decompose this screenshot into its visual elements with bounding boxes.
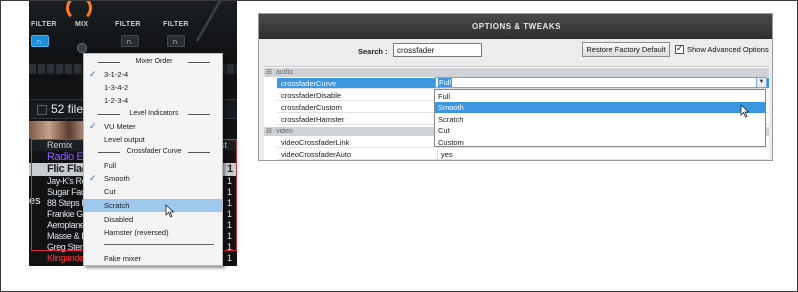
- mouse-pointer-icon: [165, 204, 175, 218]
- screenshot-frame: FILTER MIX FILTER FILTER ∩ ∩ ∩ 52 files …: [0, 0, 798, 292]
- dropdown-option-cut[interactable]: Cut: [435, 125, 765, 136]
- menu-item-cut[interactable]: Cut: [84, 185, 222, 198]
- mix-knob[interactable]: [66, 1, 92, 21]
- chevron-down-icon[interactable]: ▼: [756, 78, 766, 87]
- collapse-icon: ⊟: [266, 128, 272, 135]
- menu-item-label: Smooth: [104, 174, 130, 183]
- menu-item-hamster[interactable]: Hamster (reversed): [84, 226, 222, 239]
- collapse-icon: ⊟: [266, 69, 272, 76]
- dropdown-option-scratch[interactable]: Scratch: [435, 114, 765, 125]
- option-key: videoCrossfaderAuto: [281, 150, 352, 159]
- search-input[interactable]: [393, 43, 482, 57]
- group-audio[interactable]: ⊟ audio: [264, 68, 769, 77]
- check-icon: ✓: [89, 121, 97, 131]
- menu-item-label: Level output: [104, 135, 145, 144]
- cell-divider: [437, 149, 438, 160]
- group-label: video: [276, 128, 293, 135]
- headphones-button-1[interactable]: ∩: [31, 35, 49, 47]
- option-value: yes: [441, 150, 453, 159]
- menu-item-label: 1-3-4-2: [104, 83, 129, 92]
- headphones-icon: ∩: [172, 37, 178, 46]
- dropdown-option-smooth[interactable]: Smooth: [435, 102, 765, 114]
- menu-item-label: Cut: [104, 187, 116, 196]
- menu-separator-level: Level Indicators: [94, 108, 214, 120]
- checkbox-icon: [675, 43, 684, 54]
- headphones-button-3[interactable]: ∩: [167, 35, 185, 47]
- crossfader-curve-dropdown: Full Smooth Scratch Cut Custom: [434, 89, 766, 147]
- fx-label-filter-1: FILTER: [31, 21, 57, 28]
- menu-item-label: Full: [104, 161, 117, 170]
- option-row-video-crossfader-auto[interactable]: videoCrossfaderAuto yes: [277, 149, 769, 160]
- menu-divider: [104, 244, 214, 245]
- select-value: Full: [438, 78, 453, 87]
- check-icon: ✓: [89, 173, 97, 183]
- menu-separator-mixer-order: Mixer Order: [94, 56, 214, 68]
- menu-item-label: 3-1-2-4: [104, 70, 129, 79]
- decorative-stripe: [195, 1, 237, 41]
- search-label: Search :: [358, 47, 388, 56]
- fx-strip: FILTER MIX FILTER FILTER ∩ ∩ ∩: [29, 1, 237, 61]
- menu-item-label: Scratch: [104, 201, 130, 210]
- option-key: crossfaderCustom: [281, 103, 342, 112]
- option-key: crossfaderCurve: [281, 79, 337, 88]
- menu-separator-crossfader: Crossfader Curve: [94, 146, 214, 158]
- menu-item-level-output[interactable]: Level output: [84, 133, 222, 146]
- small-knob[interactable]: [77, 43, 87, 53]
- menu-item-label: 1-2-3-4: [104, 96, 129, 105]
- dropdown-option-custom[interactable]: Custom: [435, 137, 765, 148]
- headphones-button-2[interactable]: ∩: [121, 35, 139, 47]
- headphones-icon: ∩: [126, 37, 132, 46]
- menu-item-label: VU Meter: [104, 122, 136, 131]
- show-advanced-label: Show Advanced Options: [687, 45, 769, 54]
- cover-thumbnails: [29, 121, 89, 139]
- fx-label-filter-2: FILTER: [115, 21, 141, 28]
- menu-item-fake-mixer[interactable]: Fake mixer: [84, 252, 222, 265]
- check-icon: ✓: [89, 69, 97, 79]
- group-label: audio: [276, 69, 294, 76]
- menu-item-3124[interactable]: ✓ 3-1-2-4: [84, 68, 222, 81]
- dropdown-option-full[interactable]: Full: [435, 91, 765, 102]
- menu-item-disabled[interactable]: Disabled: [84, 213, 222, 226]
- menu-item-vu-meter[interactable]: ✓ VU Meter: [84, 120, 222, 133]
- menu-item-label: Disabled: [104, 215, 134, 224]
- mouse-pointer-icon: [740, 104, 750, 118]
- show-advanced-checkbox[interactable]: Show Advanced Options: [675, 43, 769, 55]
- option-key: crossfaderDisable: [281, 91, 342, 100]
- crossfader-curve-select[interactable]: Full ▼: [435, 77, 767, 88]
- track-first-seen: 1: [227, 253, 232, 263]
- fx-label-filter-3: FILTER: [163, 21, 189, 28]
- menu-item-1234[interactable]: 1-2-3-4: [84, 94, 222, 107]
- headphones-icon: ∩: [36, 37, 42, 46]
- restore-factory-default-button[interactable]: Restore Factory Default: [582, 42, 670, 57]
- folder-toggle[interactable]: [37, 105, 47, 115]
- fx-label-mix: MIX: [75, 21, 89, 28]
- track-title: Klingande: [47, 253, 84, 263]
- menu-item-smooth[interactable]: ✓ Smooth: [84, 172, 222, 185]
- menu-item-label: Hamster (reversed): [104, 228, 169, 237]
- options-title: OPTIONS & TWEAKS: [259, 14, 772, 39]
- menu-item-full[interactable]: Full: [84, 159, 222, 172]
- option-key: crossfaderHamster: [281, 115, 345, 124]
- menu-item-label: Fake mixer: [104, 254, 142, 263]
- menu-item-scratch[interactable]: Scratch: [84, 199, 222, 212]
- option-key: videoCrossfaderLink: [281, 138, 350, 147]
- menu-item-1342[interactable]: 1-3-4-2: [84, 81, 222, 94]
- mixer-context-menu: Mixer Order ✓ 3-1-2-4 1-3-4-2 1-2-3-4 Lev…: [83, 53, 223, 266]
